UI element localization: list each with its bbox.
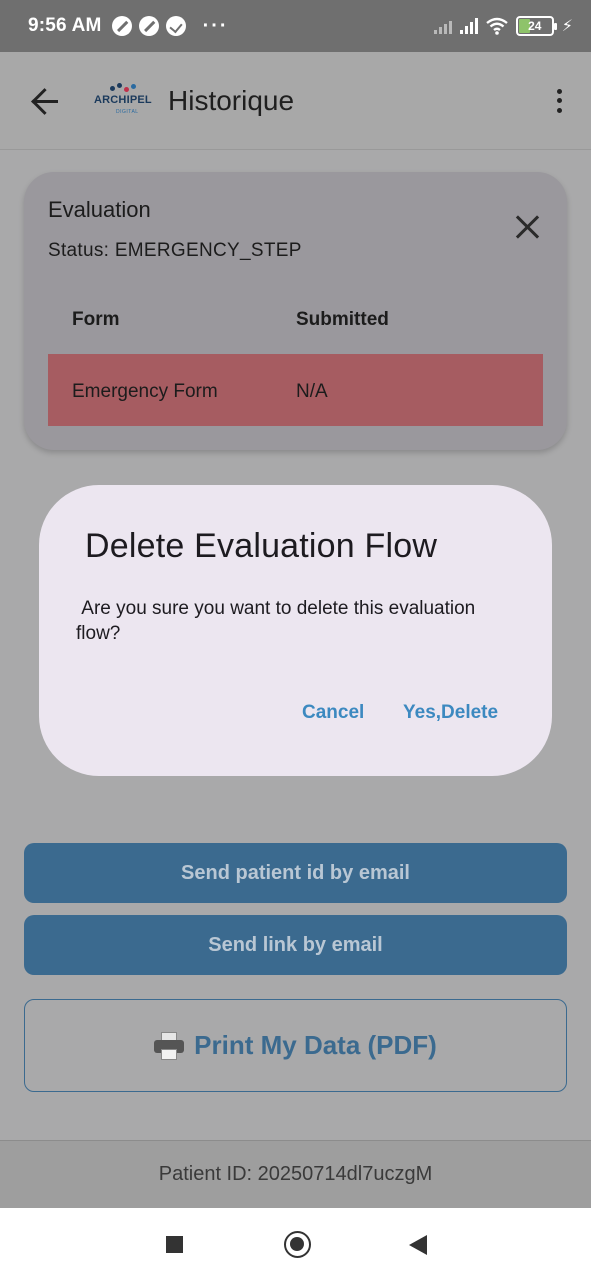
- table-cell-submitted: N/A: [296, 381, 328, 402]
- cancel-button[interactable]: Cancel: [302, 702, 364, 724]
- send-link-button[interactable]: Send link by email: [24, 915, 567, 975]
- logo-subtext: DIGITAL: [116, 108, 139, 115]
- logo-text: ARCHIPEL: [94, 93, 152, 106]
- evaluation-status: Status: EMERGENCY_STEP: [48, 240, 302, 261]
- status-time: 9:56 AM: [28, 15, 102, 36]
- table-cell-form: Emergency Form: [72, 381, 218, 402]
- page-title: Historique: [168, 84, 295, 116]
- evaluation-title: Evaluation: [48, 197, 151, 222]
- blocked-notification-icon: [111, 16, 132, 36]
- blocked-notification-icon: [138, 16, 159, 36]
- charging-icon: ⚡: [561, 18, 573, 35]
- send-patient-id-button[interactable]: Send patient id by email: [24, 843, 567, 903]
- signal-no-service-icon: [433, 18, 452, 34]
- app-bar: ARCHIPEL DIGITAL Historique: [0, 52, 591, 150]
- confirm-delete-button[interactable]: Yes,Delete: [403, 702, 498, 724]
- dialog-message: Are you sure you want to delete this eva…: [76, 598, 481, 644]
- check-circle-icon: [165, 16, 186, 36]
- more-notifications-icon: ···: [202, 14, 229, 37]
- evaluation-card: Evaluation Status: EMERGENCY_STEP Form S…: [24, 172, 567, 450]
- table-row[interactable]: Emergency Form N/A: [48, 354, 543, 426]
- main-content-overlay: Evaluation Status: EMERGENCY_STEP Form S…: [0, 150, 591, 1140]
- archipel-logo: ARCHIPEL DIGITAL: [94, 81, 154, 121]
- delete-confirmation-dialog: Delete Evaluation Flow Are you sure you …: [39, 485, 552, 776]
- back-arrow-icon[interactable]: [30, 85, 62, 117]
- logo-dots: [110, 82, 140, 93]
- print-pdf-button[interactable]: Print My Data (PDF): [24, 999, 567, 1092]
- print-pdf-label: Print My Data (PDF): [194, 1030, 437, 1060]
- printer-icon: [154, 1031, 185, 1060]
- patient-id-text: Patient ID: 20250714dl7uczgM: [158, 1163, 433, 1185]
- back-icon[interactable]: [409, 1235, 427, 1255]
- home-icon[interactable]: [284, 1231, 311, 1258]
- more-options-icon[interactable]: [553, 87, 565, 115]
- battery-percent: 24: [528, 19, 542, 33]
- system-nav-bar: [0, 1208, 591, 1280]
- cell-signal-icon: [459, 18, 478, 34]
- close-icon[interactable]: [514, 214, 540, 240]
- recents-icon[interactable]: [166, 1236, 183, 1253]
- column-header-submitted: Submitted: [296, 309, 389, 330]
- column-header-form: Form: [72, 309, 120, 330]
- status-bar: 9:56 AM ··· 24 ⚡: [0, 0, 591, 52]
- dialog-title: Delete Evaluation Flow: [85, 527, 438, 565]
- status-indicators: 24 ⚡: [433, 16, 573, 36]
- wifi-icon: [486, 17, 508, 35]
- patient-id-footer: Patient ID: 20250714dl7uczgM: [0, 1140, 591, 1208]
- battery-icon: 24: [515, 16, 557, 36]
